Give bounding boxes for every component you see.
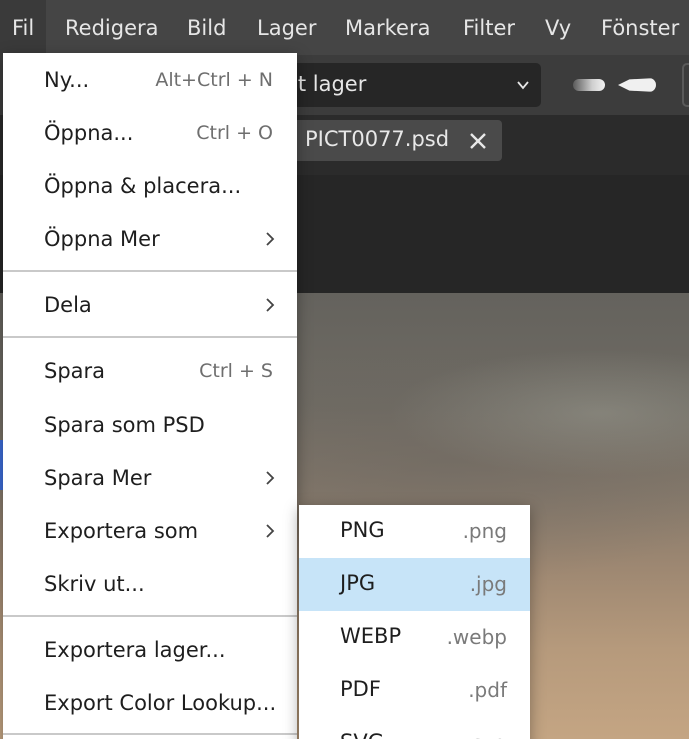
menu-lager[interactable]: Lager xyxy=(257,15,316,41)
shortcut-label: Alt+Ctrl + N xyxy=(155,69,273,91)
format-label: JPG xyxy=(340,571,376,595)
format-label: SVG xyxy=(340,730,384,739)
format-label: WEBP xyxy=(340,624,402,648)
document-tab[interactable]: PICT0077.psd xyxy=(293,120,502,161)
menu-item-print[interactable]: Skriv ut... xyxy=(3,559,297,609)
menu-item-label: Öppna... xyxy=(44,121,134,145)
menu-item-new[interactable]: Ny... Alt+Ctrl + N xyxy=(3,55,297,105)
menu-bild[interactable]: Bild xyxy=(187,15,226,41)
menu-item-open-place[interactable]: Öppna & placera... xyxy=(3,161,297,211)
hard-brush-icon[interactable] xyxy=(618,78,656,92)
shortcut-label: Ctrl + O xyxy=(196,122,273,144)
export-svg[interactable]: SVG .svg xyxy=(299,717,530,739)
menu-redigera[interactable]: Redigera xyxy=(65,15,159,41)
menu-vy[interactable]: Vy xyxy=(545,15,571,41)
format-label: PNG xyxy=(340,518,385,542)
menu-divider xyxy=(3,733,297,735)
layer-select[interactable]: lt lager xyxy=(280,63,541,107)
format-label: PDF xyxy=(340,677,381,701)
format-extension: .png xyxy=(462,519,507,543)
close-icon[interactable] xyxy=(469,132,487,150)
menu-item-open-more[interactable]: Öppna Mer xyxy=(3,214,297,264)
menu-divider xyxy=(3,615,297,617)
format-extension: .svg xyxy=(466,731,507,739)
export-png[interactable]: PNG .png xyxy=(299,505,530,558)
chevron-right-icon xyxy=(266,471,275,485)
menu-item-export-color-lookup[interactable]: Export Color Lookup... xyxy=(3,678,297,728)
menu-item-save-psd[interactable]: Spara som PSD xyxy=(3,400,297,450)
option-button[interactable] xyxy=(682,63,689,107)
shortcut-label: Ctrl + S xyxy=(199,360,273,382)
menu-item-label: Skriv ut... xyxy=(44,572,145,596)
menu-item-label: Spara xyxy=(44,359,106,383)
menu-item-open[interactable]: Öppna... Ctrl + O xyxy=(3,108,297,158)
menu-item-label: Öppna & placera... xyxy=(44,174,242,198)
menu-item-label: Spara som PSD xyxy=(44,413,205,437)
menu-item-label: Ny... xyxy=(44,68,90,92)
format-extension: .pdf xyxy=(468,678,507,702)
menu-item-label: Export Color Lookup... xyxy=(44,691,277,715)
chevron-right-icon xyxy=(266,232,275,246)
menu-item-share[interactable]: Dela xyxy=(3,280,297,330)
menu-item-label: Exportera som xyxy=(44,519,199,543)
format-extension: .webp xyxy=(446,625,507,649)
format-extension: .jpg xyxy=(469,572,507,596)
menu-item-save-more[interactable]: Spara Mer xyxy=(3,453,297,503)
soft-brush-icon[interactable] xyxy=(573,79,605,91)
chevron-down-icon xyxy=(517,81,529,90)
menu-fil[interactable]: Fil xyxy=(0,0,47,55)
menu-item-label: Exportera lager... xyxy=(44,638,226,662)
menu-item-save[interactable]: Spara Ctrl + S xyxy=(3,346,297,396)
export-pdf[interactable]: PDF .pdf xyxy=(299,664,530,717)
export-jpg[interactable]: JPG .jpg xyxy=(299,558,530,611)
menu-bar: Fil Redigera Bild Lager Markera Filter V… xyxy=(0,0,689,55)
chevron-right-icon xyxy=(266,524,275,538)
menu-fonster[interactable]: Fönster xyxy=(601,15,679,41)
menu-item-export-layers[interactable]: Exportera lager... xyxy=(3,625,297,675)
photo-editor-window: Fil Redigera Bild Lager Markera Filter V… xyxy=(0,0,689,739)
menu-divider xyxy=(3,336,297,338)
menu-filter[interactable]: Filter xyxy=(463,15,515,41)
menu-item-label: Spara Mer xyxy=(44,466,152,490)
menu-markera[interactable]: Markera xyxy=(345,15,430,41)
export-webp[interactable]: WEBP .webp xyxy=(299,611,530,664)
file-menu: Ny... Alt+Ctrl + N Öppna... Ctrl + O Öpp… xyxy=(3,53,297,739)
menu-item-label: Öppna Mer xyxy=(44,227,160,251)
menu-divider xyxy=(3,270,297,272)
menu-item-export-as[interactable]: Exportera som xyxy=(3,506,297,556)
export-submenu: PNG .png JPG .jpg WEBP .webp PDF .pdf SV… xyxy=(299,505,530,739)
document-tab-title: PICT0077.psd xyxy=(305,127,450,151)
chevron-right-icon xyxy=(266,298,275,312)
menu-item-label: Dela xyxy=(44,293,92,317)
layer-select-value: lt lager xyxy=(292,72,367,96)
